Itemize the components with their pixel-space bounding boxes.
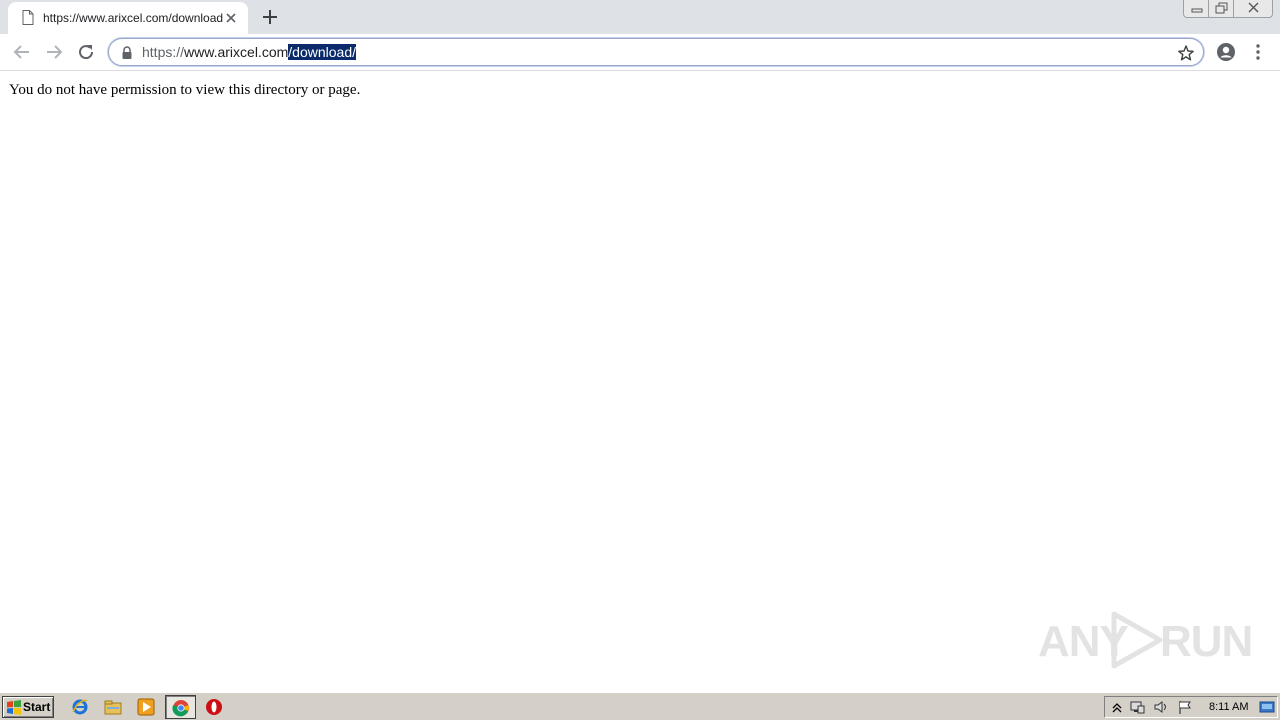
bookmark-star-icon[interactable] — [1177, 44, 1195, 62]
start-button[interactable]: Start — [2, 696, 54, 718]
restore-icon — [1215, 2, 1228, 14]
start-label: Start — [23, 700, 51, 714]
windows-taskbar: Start 8:11 AM — [0, 692, 1280, 720]
url-scheme: https:// — [142, 44, 185, 60]
internet-explorer-icon[interactable] — [71, 698, 89, 716]
new-tab-icon[interactable] — [259, 6, 281, 28]
close-window-button[interactable] — [1233, 0, 1273, 18]
browser-titlebar: https://www.arixcel.com/download/ — [0, 0, 1280, 34]
document-icon — [22, 10, 34, 25]
close-tab-icon[interactable] — [223, 10, 239, 26]
taskbar-chrome-button[interactable] — [165, 695, 196, 719]
chrome-icon — [172, 700, 189, 717]
tray-clock[interactable]: 8:11 AM — [1209, 700, 1249, 714]
close-icon — [1248, 2, 1259, 13]
windows-logo-icon — [7, 700, 21, 715]
restore-button[interactable] — [1208, 0, 1234, 18]
system-tray: 8:11 AM — [1104, 696, 1278, 718]
lock-icon[interactable] — [121, 46, 133, 59]
anyrun-watermark: ANY RUN — [1036, 610, 1253, 670]
file-explorer-icon[interactable] — [104, 698, 122, 716]
address-bar[interactable]: https://www.arixcel.com/download/ — [108, 38, 1204, 66]
account-icon[interactable] — [1216, 42, 1236, 62]
url-text[interactable]: https://www.arixcel.com/download/ — [142, 43, 356, 61]
show-desktop-icon[interactable] — [1259, 699, 1275, 715]
kebab-menu-icon[interactable] — [1250, 42, 1266, 62]
volume-icon[interactable] — [1153, 699, 1169, 715]
reload-icon[interactable] — [74, 40, 98, 64]
minimize-icon — [1191, 8, 1203, 13]
tab-title: https://www.arixcel.com/download/ — [43, 11, 223, 25]
watermark-right-text: RUN — [1160, 617, 1253, 666]
url-path-selected: /download/ — [288, 44, 356, 60]
media-player-icon[interactable] — [137, 698, 155, 716]
opera-icon[interactable] — [205, 698, 223, 716]
browser-toolbar: https://www.arixcel.com/download/ — [0, 34, 1280, 71]
show-hidden-icons-icon[interactable] — [1109, 699, 1125, 715]
forward-arrow-icon[interactable] — [42, 40, 66, 64]
play-logo-icon — [1111, 611, 1163, 669]
minimize-button[interactable] — [1183, 0, 1209, 18]
browser-tab[interactable]: https://www.arixcel.com/download/ — [8, 2, 248, 34]
permission-error-message: You do not have permission to view this … — [9, 82, 361, 98]
url-host: www.arixcel.com — [184, 44, 289, 60]
network-icon[interactable] — [1129, 699, 1145, 715]
page-content: You do not have permission to view this … — [0, 72, 1280, 692]
action-center-flag-icon[interactable] — [1177, 699, 1193, 715]
back-arrow-icon[interactable] — [10, 40, 34, 64]
